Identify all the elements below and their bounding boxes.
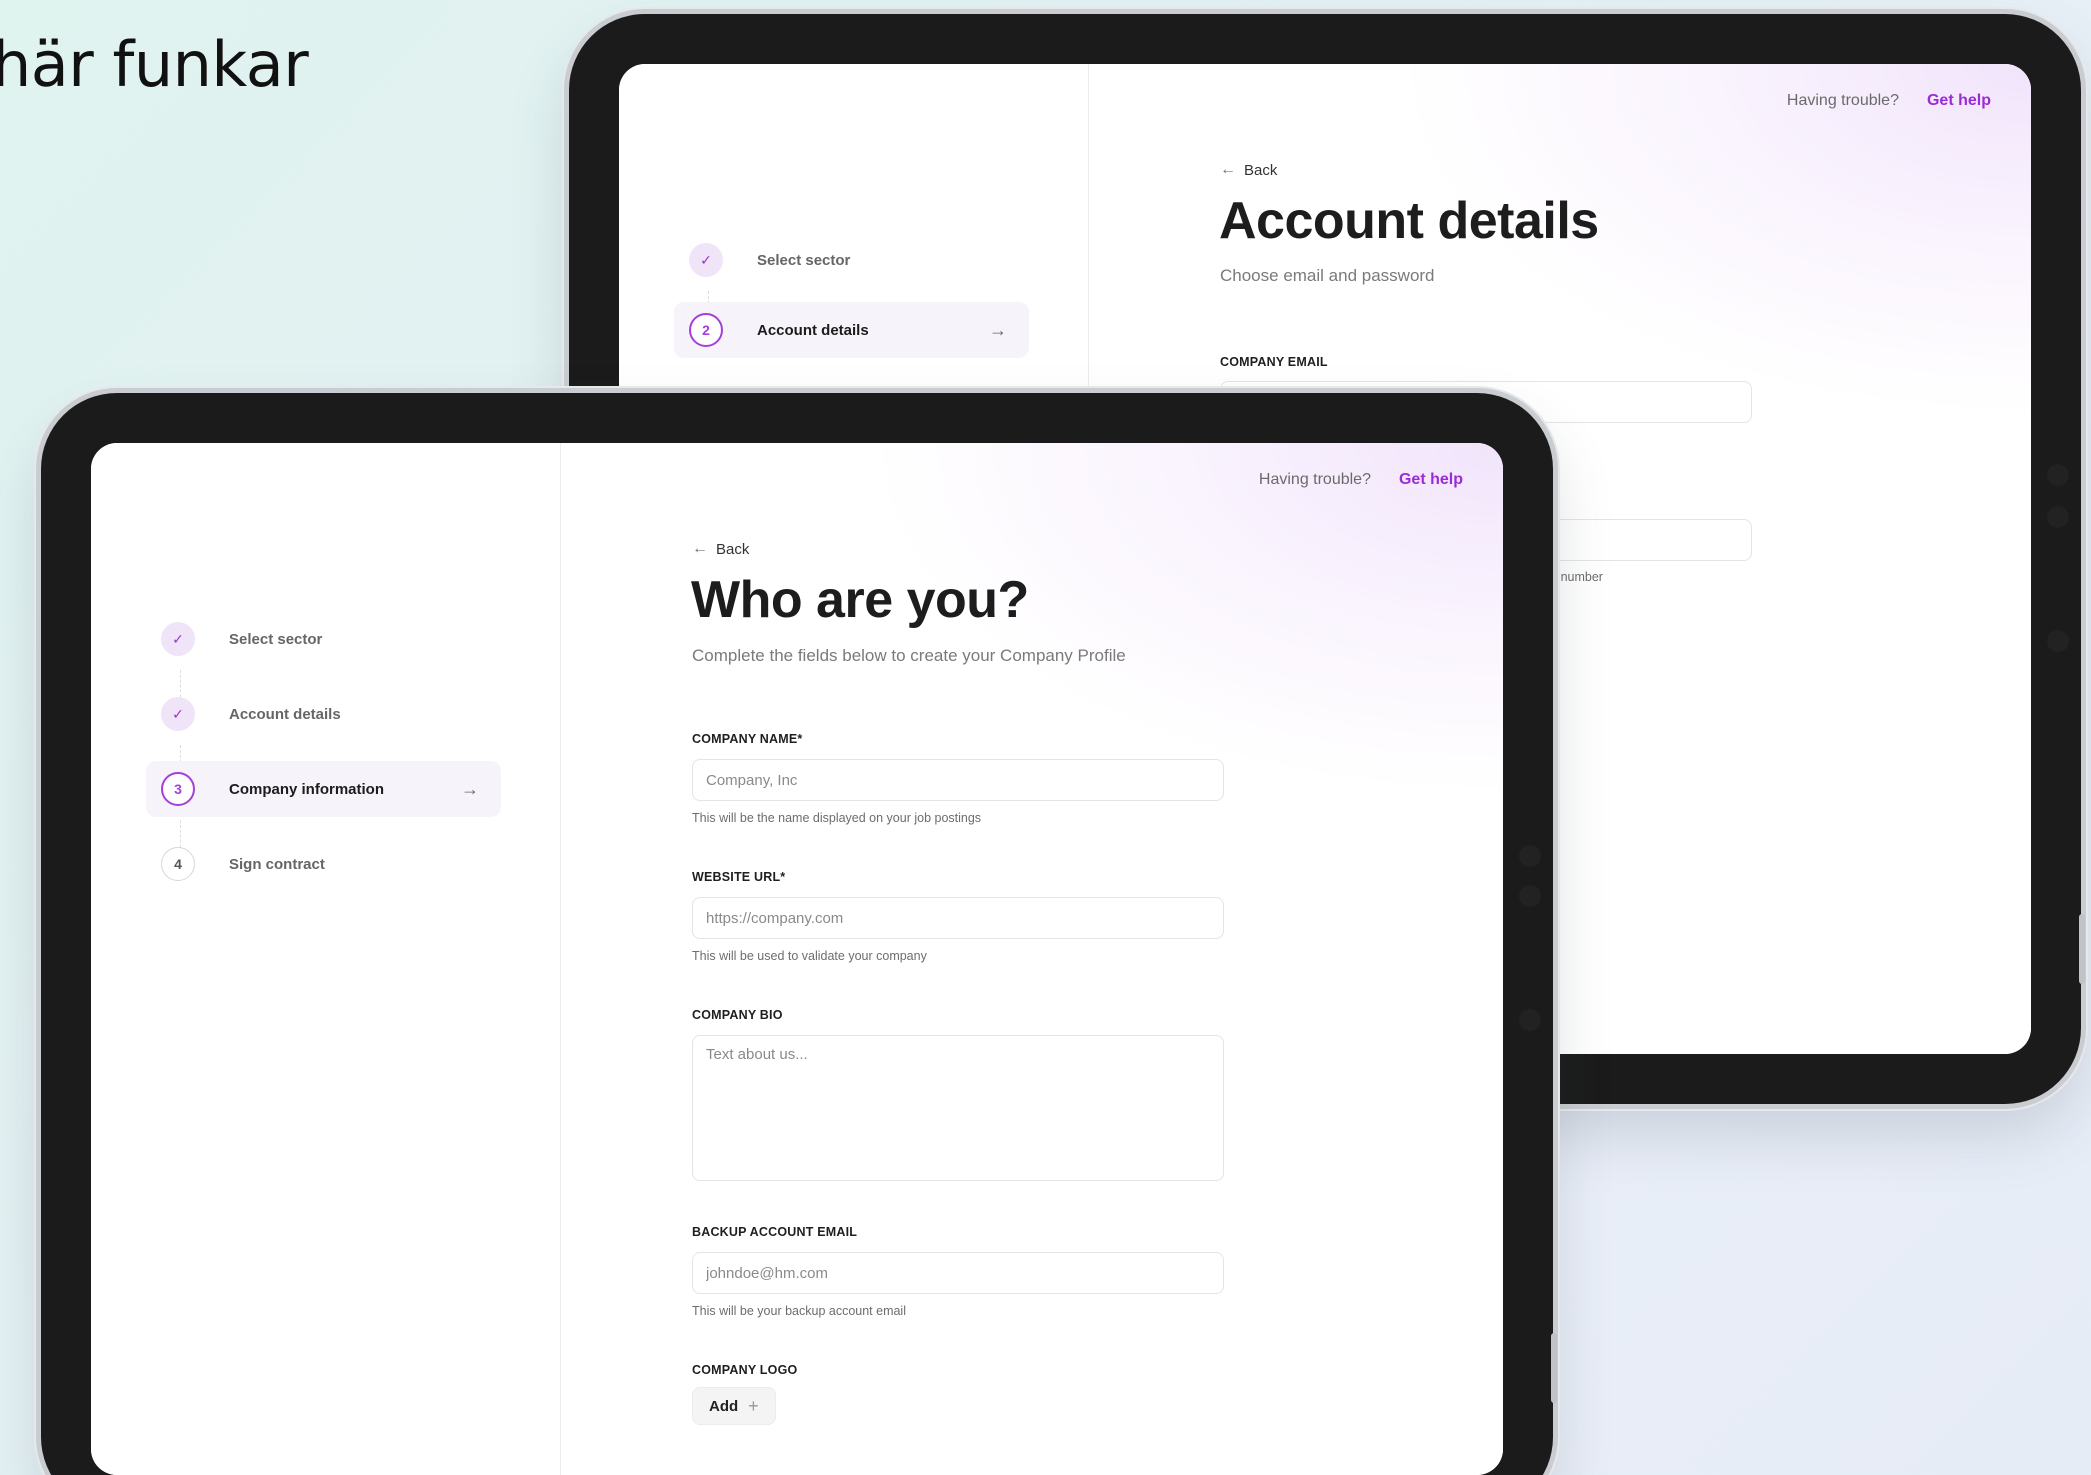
company-bio-textarea[interactable] (692, 1035, 1224, 1181)
trouble-text: Having trouble? (1258, 471, 1371, 488)
back-label: Back (1244, 161, 1278, 179)
back-link[interactable]: ← Back (692, 540, 749, 558)
company-name-label: COMPANY NAME* (692, 732, 803, 746)
company-name-input[interactable] (692, 759, 1224, 801)
page-subtitle: Choose email and password (1220, 266, 1435, 285)
backup-email-help: This will be your backup account email (692, 1304, 906, 1318)
camera-dot (1519, 845, 1541, 867)
step-select-sector[interactable]: ✓ Select sector (146, 611, 501, 667)
camera-dot (1519, 885, 1541, 907)
step-label: Select sector (229, 630, 323, 648)
arrow-left-icon: ← (692, 540, 708, 557)
backup-email-label: BACKUP ACCOUNT EMAIL (692, 1225, 858, 1239)
side-button (2079, 914, 2085, 984)
step-company-information[interactable]: 3 Company information → (146, 761, 501, 817)
step-select-sector[interactable]: ✓ Select sector (674, 232, 1029, 288)
trouble-text: Having trouble? (1786, 92, 1899, 109)
get-help-link[interactable]: Get help (1399, 471, 1463, 489)
company-logo-label: COMPANY LOGO (692, 1363, 798, 1377)
back-label: Back (716, 540, 750, 558)
arrow-right-icon: → (461, 778, 479, 799)
topbar: Having trouble? Get help (1259, 471, 1463, 489)
website-url-input[interactable] (692, 897, 1224, 939)
step-label: Select sector (757, 251, 851, 269)
website-url-help: This will be used to validate your compa… (692, 949, 927, 963)
check-icon: ✓ (161, 697, 195, 731)
step-sign-contract[interactable]: 4 Sign contract (146, 836, 501, 892)
backup-email-input[interactable] (692, 1252, 1224, 1294)
slide-title: här funkar (0, 28, 309, 101)
camera-dot (2047, 464, 2069, 486)
front-content: Having trouble? Get help ← Back Who are … (562, 443, 1503, 1475)
get-help-link[interactable]: Get help (1927, 92, 1991, 110)
page-title: Who are you? (691, 571, 1029, 629)
add-logo-button[interactable]: Add + (692, 1387, 776, 1425)
check-icon: ✓ (161, 622, 195, 656)
camera-dot (2047, 630, 2069, 652)
camera-dot (2047, 506, 2069, 528)
arrow-left-icon: ← (1220, 161, 1236, 178)
company-bio-label: COMPANY BIO (692, 1008, 783, 1022)
step-label: Account details (229, 705, 341, 723)
step-number: 3 (161, 772, 195, 806)
side-button (1551, 1333, 1557, 1403)
front-tablet: ✓ Select sector ✓ Account details 3 Comp… (41, 393, 1557, 1475)
step-account-details[interactable]: ✓ Account details (146, 686, 501, 742)
page-subtitle: Complete the fields below to create your… (692, 646, 1126, 665)
check-icon: ✓ (689, 243, 723, 277)
step-account-details[interactable]: 2 Account details → (674, 302, 1029, 358)
front-stepper: ✓ Select sector ✓ Account details 3 Comp… (91, 443, 561, 1475)
camera-dot (1519, 1009, 1541, 1031)
step-number: 2 (689, 313, 723, 347)
step-label: Sign contract (229, 855, 325, 873)
back-link[interactable]: ← Back (1220, 161, 1277, 179)
company-name-help: This will be the name displayed on your … (692, 811, 982, 825)
front-screen: ✓ Select sector ✓ Account details 3 Comp… (91, 443, 1503, 1475)
add-label: Add (709, 1397, 739, 1415)
arrow-right-icon: → (989, 319, 1007, 340)
step-label: Company information (229, 780, 385, 798)
plus-icon: + (748, 1395, 759, 1416)
topbar: Having trouble? Get help (1787, 92, 1991, 110)
company-email-label: COMPANY EMAIL (1220, 355, 1328, 369)
step-number: 4 (161, 847, 195, 881)
website-url-label: WEBSITE URL* (692, 870, 786, 884)
page-title: Account details (1219, 192, 1599, 250)
step-label: Account details (757, 321, 869, 339)
